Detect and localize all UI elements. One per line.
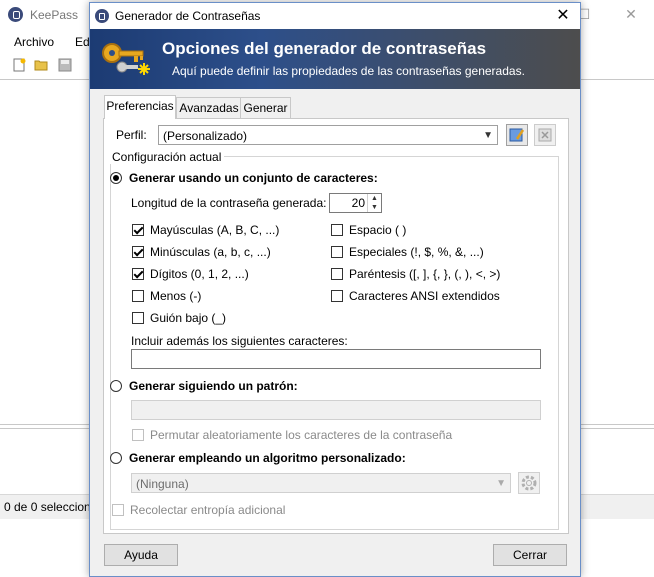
algorithm-select-value: (Ninguna) [136, 477, 189, 491]
uppercase-label: Mayúsculas (A, B, C, ...) [150, 223, 280, 237]
extra-chars-label: Incluir además los siguientes caracteres… [131, 334, 348, 348]
chevron-down-icon: ▼ [483, 130, 493, 141]
delete-profile-icon [538, 128, 552, 142]
spinner-arrows-icon[interactable]: ▲ ▼ [367, 194, 381, 212]
ansi-label: Caracteres ANSI extendidos [349, 289, 500, 303]
minus-checkbox[interactable] [132, 290, 144, 302]
algorithm-select[interactable]: (Ninguna) ▼ [131, 473, 511, 493]
save-profile-icon [509, 128, 525, 142]
profile-select[interactable]: (Personalizado) ▼ [158, 125, 498, 145]
dialog-banner: Opciones del generador de contraseñas Aq… [90, 29, 580, 89]
tab-generar[interactable]: Generar [240, 97, 291, 118]
dialog-titlebar: Generador de Contraseñas ✕ [90, 3, 580, 29]
minus-label: Menos (-) [150, 289, 202, 303]
banner-subtitle: Aquí puede definir las propiedades de la… [172, 64, 525, 78]
lowercase-checkbox[interactable] [132, 246, 144, 258]
algorithm-radio-label: Generar empleando un algoritmo personali… [129, 451, 406, 465]
brackets-checkbox[interactable] [331, 268, 343, 280]
close-button[interactable]: Cerrar [493, 544, 567, 566]
new-database-icon[interactable] [12, 58, 26, 72]
password-generator-dialog: Generador de Contraseñas ✕ Opciones del … [89, 2, 581, 577]
special-label: Especiales (!, $, %, &, ...) [349, 245, 484, 259]
digits-checkbox[interactable] [132, 268, 144, 280]
key-generator-icon [102, 43, 150, 75]
help-button[interactable]: Ayuda [104, 544, 178, 566]
profile-select-value: (Personalizado) [163, 129, 248, 143]
gear-icon [521, 475, 537, 491]
menu-editar[interactable]: Ed [75, 35, 90, 49]
underscore-checkbox[interactable] [132, 312, 144, 324]
pattern-radio-label: Generar siguiendo un patrón: [129, 379, 298, 393]
charset-radio[interactable] [110, 172, 122, 184]
space-checkbox[interactable] [331, 224, 343, 236]
underscore-label: Guión bajo (_) [150, 311, 227, 325]
brackets-label: Paréntesis ([, ], {, }, (, ), <, >) [349, 267, 501, 281]
algorithm-radio[interactable] [110, 452, 122, 464]
dialog-title: Generador de Contraseñas [115, 9, 261, 23]
profile-label: Perfil: [116, 128, 147, 142]
main-toolbar [0, 54, 90, 78]
length-value: 20 [351, 196, 365, 210]
uppercase-checkbox[interactable] [132, 224, 144, 236]
permute-checkbox[interactable] [132, 429, 144, 441]
tab-avanzadas[interactable]: Avanzadas [176, 97, 242, 118]
menu-archivo[interactable]: Archivo [14, 35, 54, 49]
save-profile-button[interactable] [506, 124, 528, 146]
entropy-checkbox[interactable] [112, 504, 124, 516]
space-label: Espacio ( ) [349, 223, 407, 237]
lowercase-label: Minúsculas (a, b, c, ...) [150, 245, 271, 259]
charset-radio-label: Generar usando un conjunto de caracteres… [129, 171, 378, 185]
close-icon[interactable]: ✕ [619, 4, 643, 24]
pattern-input[interactable] [131, 400, 541, 420]
keepass-logo-icon [8, 7, 23, 22]
algorithm-options-button[interactable] [518, 472, 540, 494]
extra-chars-input[interactable] [131, 349, 541, 369]
permute-label: Permutar aleatoriamente los caracteres d… [150, 428, 453, 442]
digits-label: Dígitos (0, 1, 2, ...) [150, 267, 249, 281]
main-window-title: KeePass [30, 8, 79, 22]
current-config-title: Configuración actual [109, 150, 225, 164]
delete-profile-button[interactable] [534, 124, 556, 146]
selection-status: 0 de 0 selecciona [4, 500, 98, 514]
preferences-panel: Perfil: (Personalizado) ▼ Configuración … [103, 118, 569, 534]
special-checkbox[interactable] [331, 246, 343, 258]
ansi-checkbox[interactable] [331, 290, 343, 302]
banner-title: Opciones del generador de contraseñas [162, 39, 487, 58]
chevron-down-icon: ▼ [496, 478, 506, 489]
keepass-logo-icon [95, 9, 109, 23]
dialog-close-icon[interactable]: ✕ [550, 5, 576, 27]
tab-preferencias[interactable]: Preferencias [104, 95, 176, 119]
entropy-label: Recolectar entropía adicional [130, 503, 286, 517]
save-icon[interactable] [58, 58, 72, 72]
open-folder-icon[interactable] [34, 58, 48, 72]
length-label: Longitud de la contraseña generada: [131, 196, 327, 210]
length-stepper[interactable]: 20 ▲ ▼ [329, 193, 382, 213]
pattern-radio[interactable] [110, 380, 122, 392]
